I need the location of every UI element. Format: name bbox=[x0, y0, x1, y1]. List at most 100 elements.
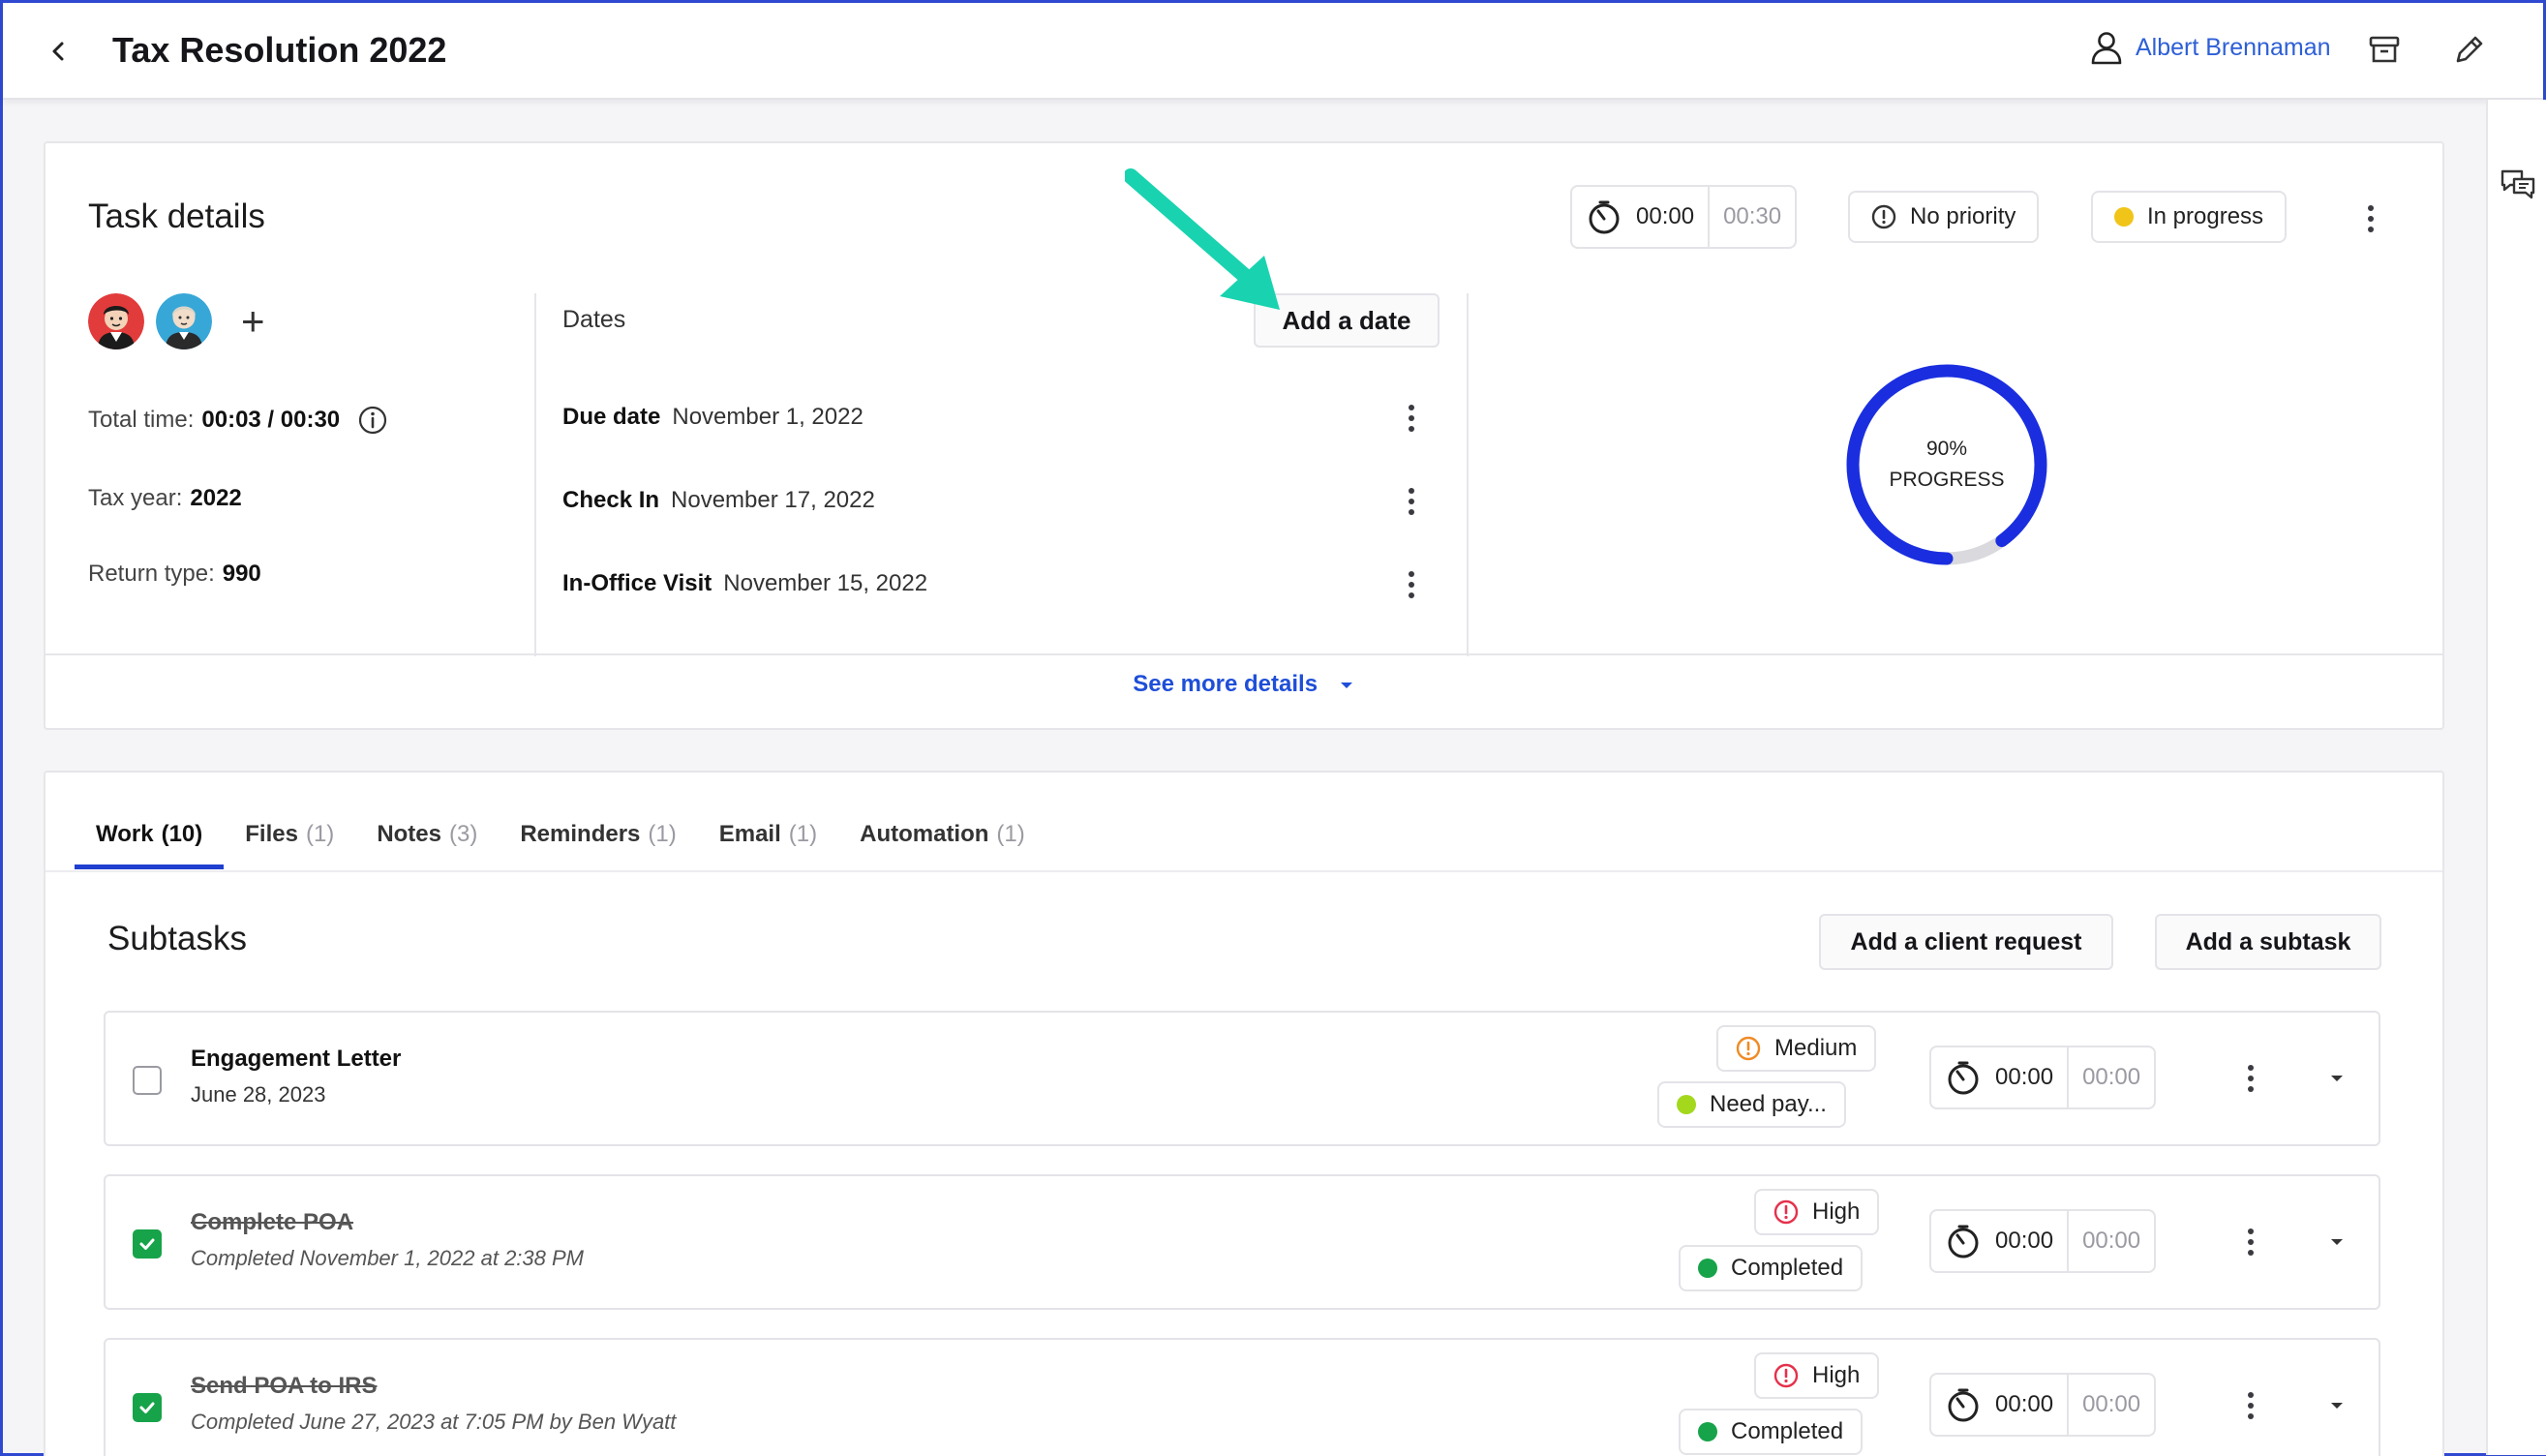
priority-medium-icon bbox=[1736, 1036, 1761, 1061]
subtask-checkbox[interactable] bbox=[133, 1229, 162, 1259]
expand-subtask-button[interactable] bbox=[2322, 1391, 2351, 1420]
task-details-title: Task details bbox=[88, 197, 265, 235]
subtask-row[interactable]: Send POA to IRS Completed June 27, 2023 … bbox=[104, 1338, 2380, 1456]
subtask-row[interactable]: Complete POA Completed November 1, 2022 … bbox=[104, 1174, 2380, 1310]
archive-button[interactable] bbox=[2367, 32, 2402, 72]
timer-elapsed[interactable]: 00:00 bbox=[1931, 1047, 2070, 1107]
add-client-request-button[interactable]: Add a client request bbox=[1819, 914, 2113, 970]
date-value: November 15, 2022 bbox=[723, 570, 928, 596]
subtask-completed-info: Completed June 27, 2023 at 7:05 PM by Be… bbox=[191, 1410, 677, 1434]
avatar[interactable] bbox=[88, 293, 144, 349]
status-label: In progress bbox=[2147, 203, 2264, 229]
caret-down-icon bbox=[2331, 1076, 2343, 1081]
annotation-arrow bbox=[1125, 168, 1280, 310]
progress-text: 90% PROGRESS bbox=[1843, 361, 2050, 568]
see-more-label: See more details bbox=[1133, 671, 1318, 697]
subtask-timer[interactable]: 00:00 00:00 bbox=[1929, 1046, 2157, 1109]
date-value: November 17, 2022 bbox=[671, 487, 875, 513]
info-icon[interactable] bbox=[357, 405, 388, 436]
priority-label: High bbox=[1812, 1362, 1861, 1388]
total-time-label: Total time: bbox=[88, 407, 195, 433]
priority-dropdown[interactable]: No priority bbox=[1848, 191, 2040, 243]
subtask-date: June 28, 2023 bbox=[191, 1082, 326, 1107]
subtask-timer[interactable]: 00:00 00:00 bbox=[1929, 1373, 2157, 1437]
subtask-title[interactable]: Engagement Letter bbox=[191, 1046, 401, 1073]
date-label: Due date bbox=[562, 404, 661, 430]
subtask-title[interactable]: Send POA to IRS bbox=[191, 1373, 377, 1400]
timer-elapsed[interactable]: 00:00 bbox=[1572, 187, 1711, 247]
stopwatch-icon bbox=[1948, 1225, 1979, 1259]
priority-icon bbox=[1871, 204, 1896, 229]
date-row-office-visit: In-Office Visit November 15, 2022 bbox=[562, 570, 927, 597]
chat-bubbles-icon bbox=[2501, 169, 2535, 199]
subtask-timer[interactable]: 00:00 00:00 bbox=[1929, 1209, 2157, 1273]
back-button[interactable] bbox=[40, 32, 78, 71]
tab-automation[interactable]: Automation (1) bbox=[838, 821, 1046, 867]
timer-elapsed[interactable]: 00:00 bbox=[1931, 1211, 2070, 1271]
subtask-more-menu[interactable] bbox=[2237, 1221, 2264, 1263]
subtask-priority[interactable]: High bbox=[1754, 1352, 1880, 1399]
subtask-row[interactable]: Engagement Letter June 28, 2023 Medium N… bbox=[104, 1011, 2380, 1146]
tab-notes[interactable]: Notes (3) bbox=[355, 821, 499, 867]
column-divider bbox=[1467, 293, 1469, 656]
tab-files[interactable]: Files (1) bbox=[224, 821, 355, 867]
assignee-name: Albert Brennaman bbox=[2136, 33, 2331, 61]
add-subtask-button[interactable]: Add a subtask bbox=[2155, 914, 2381, 970]
add-assignee-button[interactable]: + bbox=[241, 301, 265, 342]
priority-label: No priority bbox=[1910, 203, 2016, 229]
pencil-icon bbox=[2456, 36, 2483, 63]
expand-subtask-button[interactable] bbox=[2322, 1228, 2351, 1257]
tab-email[interactable]: Email (1) bbox=[698, 821, 838, 867]
status-dropdown[interactable]: In progress bbox=[2091, 191, 2288, 243]
task-details-card: Task details 00:00 00:30 No priority In … bbox=[44, 141, 2444, 730]
date-more-menu[interactable] bbox=[1398, 480, 1425, 523]
timer-elapsed[interactable]: 00:00 bbox=[1931, 1375, 2070, 1435]
timer-estimate[interactable]: 00:30 bbox=[1710, 203, 1795, 230]
timer-estimate[interactable]: 00:00 bbox=[2069, 1064, 2154, 1091]
date-label: Check In bbox=[562, 487, 660, 513]
subtask-priority[interactable]: Medium bbox=[1716, 1025, 1877, 1072]
avatar[interactable] bbox=[156, 293, 212, 349]
subtask-priority[interactable]: High bbox=[1754, 1189, 1880, 1235]
status-label: Completed bbox=[1731, 1255, 1844, 1281]
assignee-link[interactable]: Albert Brennaman bbox=[2089, 30, 2331, 65]
right-rail bbox=[2486, 100, 2546, 1455]
tab-bar: Work (10) Files (1) Notes (3) Reminders (1) … bbox=[75, 821, 1046, 869]
status-label: Need pay... bbox=[1710, 1091, 1827, 1117]
progress-ring: 90% PROGRESS bbox=[1843, 361, 2050, 568]
priority-high-icon bbox=[1773, 1363, 1799, 1388]
subtask-status[interactable]: Need pay... bbox=[1657, 1081, 1846, 1128]
subtask-checkbox[interactable] bbox=[133, 1393, 162, 1422]
subtask-title[interactable]: Complete POA bbox=[191, 1209, 353, 1236]
subtask-status[interactable]: Completed bbox=[1679, 1409, 1864, 1455]
subtask-more-menu[interactable] bbox=[2237, 1057, 2264, 1100]
user-icon bbox=[2091, 32, 2122, 65]
task-more-menu[interactable] bbox=[2357, 197, 2384, 240]
tab-work[interactable]: Work (10) bbox=[75, 821, 225, 869]
subtask-checkbox[interactable] bbox=[133, 1066, 162, 1095]
column-divider bbox=[534, 293, 536, 656]
status-dot bbox=[1698, 1422, 1717, 1441]
caret-down-icon bbox=[2331, 1403, 2343, 1409]
tabs-divider bbox=[45, 870, 2442, 872]
date-more-menu[interactable] bbox=[1398, 397, 1425, 440]
date-more-menu[interactable] bbox=[1398, 563, 1425, 606]
stopwatch-icon bbox=[1948, 1061, 1979, 1095]
subtask-more-menu[interactable] bbox=[2237, 1384, 2264, 1427]
comments-button[interactable] bbox=[2499, 166, 2537, 209]
expand-subtask-button[interactable] bbox=[2322, 1064, 2351, 1093]
see-more-details-link[interactable]: See more details bbox=[45, 671, 2442, 698]
details-divider bbox=[45, 653, 2442, 655]
task-timer[interactable]: 00:00 00:30 bbox=[1570, 185, 1798, 249]
checkmark-icon bbox=[139, 1402, 155, 1413]
edit-button[interactable] bbox=[2452, 32, 2487, 72]
dates-label: Dates bbox=[562, 306, 626, 333]
timer-estimate[interactable]: 00:00 bbox=[2069, 1228, 2154, 1255]
subtask-completed-info: Completed November 1, 2022 at 2:38 PM bbox=[191, 1246, 585, 1270]
tab-reminders[interactable]: Reminders (1) bbox=[499, 821, 697, 867]
date-label: In-Office Visit bbox=[562, 570, 712, 596]
priority-label: High bbox=[1812, 1198, 1861, 1225]
caret-down-icon bbox=[2331, 1239, 2343, 1245]
timer-estimate[interactable]: 00:00 bbox=[2069, 1391, 2154, 1418]
subtask-status[interactable]: Completed bbox=[1679, 1245, 1864, 1291]
